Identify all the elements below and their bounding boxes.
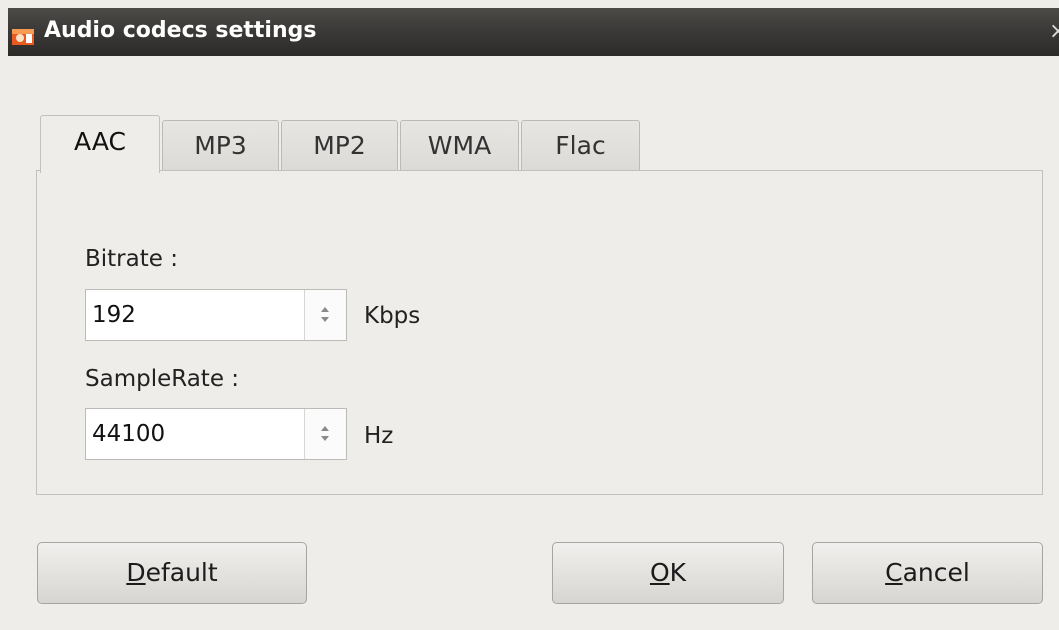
default-button-label: efault [145,558,218,587]
tab-mp3[interactable]: MP3 [162,120,279,171]
title-bar[interactable]: Audio codecs settings × [8,8,1059,56]
app-icon [12,29,34,45]
audio-codecs-dialog: Audio codecs settings × AAC MP3 MP2 WMA … [0,0,1059,630]
ok-button-label: K [669,558,687,587]
cancel-button[interactable]: Cancel [812,542,1043,604]
bitrate-stepper[interactable] [304,290,346,340]
ok-button-mnemonic: O [649,558,670,587]
tab-mp2[interactable]: MP2 [281,120,398,171]
window-title: Audio codecs settings [44,18,317,43]
samplerate-up-arrow-icon[interactable] [321,426,329,431]
bitrate-spinbox[interactable]: 192 [85,289,347,341]
samplerate-spinbox[interactable]: 44100 [85,408,347,460]
ok-button[interactable]: OK [552,542,784,604]
bitrate-unit: Kbps [364,303,421,329]
samplerate-stepper[interactable] [304,409,346,459]
bitrate-down-arrow-icon[interactable] [321,317,329,322]
samplerate-label: SampleRate : [85,366,240,392]
default-button[interactable]: Default [37,542,307,604]
tab-aac[interactable]: AAC [40,115,160,173]
bitrate-label: Bitrate : [85,246,178,272]
cancel-button-mnemonic: C [885,558,903,587]
tab-flac[interactable]: Flac [521,120,640,171]
samplerate-unit: Hz [364,423,394,449]
tab-wma[interactable]: WMA [400,120,519,171]
samplerate-value[interactable]: 44100 [92,409,165,459]
default-button-mnemonic: D [126,558,146,587]
bitrate-value[interactable]: 192 [92,290,136,340]
close-icon[interactable]: × [1049,20,1059,44]
samplerate-down-arrow-icon[interactable] [321,436,329,441]
bitrate-up-arrow-icon[interactable] [321,307,329,312]
cancel-button-label: ancel [902,558,970,587]
